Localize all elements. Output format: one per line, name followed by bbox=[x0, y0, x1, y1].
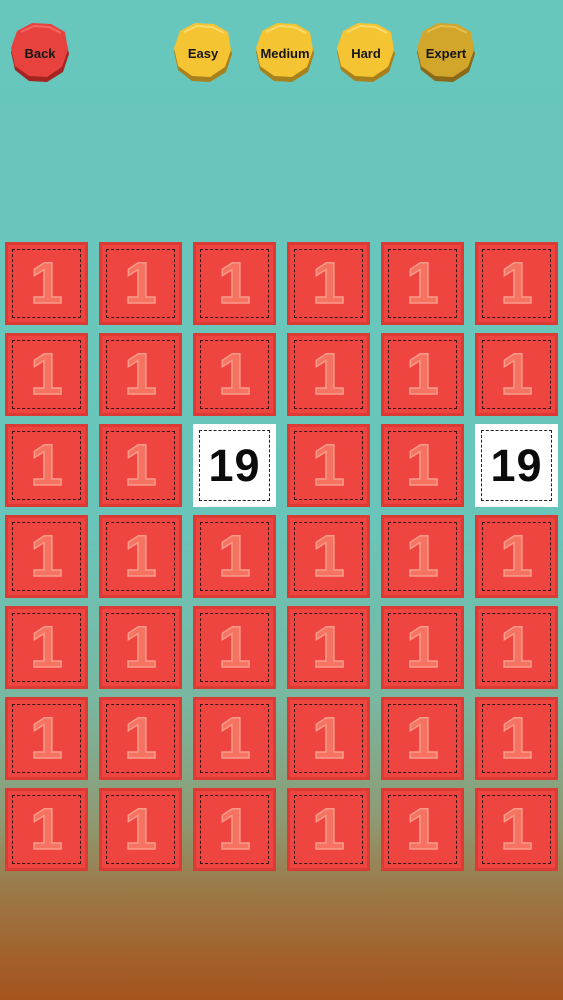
tile-number: 1 bbox=[500, 341, 534, 408]
tile-number: 1 bbox=[124, 614, 158, 681]
tile-number: 1 bbox=[500, 523, 534, 590]
tile-hidden[interactable]: 1 bbox=[287, 606, 370, 689]
level-button-expert[interactable]: Expert bbox=[413, 20, 479, 88]
level-button-medium[interactable]: Medium bbox=[252, 20, 318, 88]
tile-hidden[interactable]: 1 bbox=[193, 333, 276, 416]
tile-number: 1 bbox=[312, 250, 346, 317]
tile-hidden[interactable]: 1 bbox=[287, 242, 370, 325]
tile-number: 1 bbox=[124, 705, 158, 772]
level-button-easy[interactable]: Easy bbox=[170, 20, 236, 88]
tile-number: 1 bbox=[124, 523, 158, 590]
tile-hidden[interactable]: 1 bbox=[99, 515, 182, 598]
tile-number: 1 bbox=[218, 341, 252, 408]
tile-hidden[interactable]: 1 bbox=[287, 697, 370, 780]
tile-number: 1 bbox=[30, 796, 64, 863]
tile-number: 1 bbox=[218, 614, 252, 681]
tile-number: 1 bbox=[218, 523, 252, 590]
tile-hidden[interactable]: 1 bbox=[5, 515, 88, 598]
tile-number: 1 bbox=[124, 341, 158, 408]
tile-hidden[interactable]: 1 bbox=[193, 515, 276, 598]
tile-number: 1 bbox=[124, 250, 158, 317]
level-button-label: Medium bbox=[260, 45, 310, 61]
tile-hidden[interactable]: 1 bbox=[381, 424, 464, 507]
tile-hidden[interactable]: 1 bbox=[193, 697, 276, 780]
tile-hidden[interactable]: 1 bbox=[5, 424, 88, 507]
tile-hidden[interactable]: 1 bbox=[381, 606, 464, 689]
tile-number: 1 bbox=[500, 250, 534, 317]
tile-hidden[interactable]: 1 bbox=[5, 333, 88, 416]
back-button-label: Back bbox=[24, 45, 56, 61]
tile-number: 1 bbox=[30, 341, 64, 408]
tile-hidden[interactable]: 1 bbox=[287, 333, 370, 416]
tile-hidden[interactable]: 1 bbox=[193, 788, 276, 871]
tile-hidden[interactable]: 1 bbox=[475, 242, 558, 325]
tile-hidden[interactable]: 1 bbox=[99, 788, 182, 871]
tile-number: 1 bbox=[312, 705, 346, 772]
tile-hidden[interactable]: 1 bbox=[99, 606, 182, 689]
tile-number: 1 bbox=[406, 523, 440, 590]
tile-number: 1 bbox=[218, 705, 252, 772]
tile-hidden[interactable]: 1 bbox=[475, 606, 558, 689]
tile-number: 1 bbox=[30, 250, 64, 317]
tile-hidden[interactable]: 1 bbox=[99, 697, 182, 780]
tile-hidden[interactable]: 1 bbox=[287, 788, 370, 871]
tile-number: 1 bbox=[218, 250, 252, 317]
tile-number: 1 bbox=[218, 796, 252, 863]
tile-number: 1 bbox=[312, 796, 346, 863]
level-button-label: Expert bbox=[425, 45, 467, 61]
tile-number: 1 bbox=[406, 341, 440, 408]
tile-hidden[interactable]: 1 bbox=[5, 788, 88, 871]
tile-hidden[interactable]: 1 bbox=[99, 333, 182, 416]
tile-number: 1 bbox=[312, 341, 346, 408]
level-button-label: Easy bbox=[187, 45, 219, 61]
tile-number: 1 bbox=[30, 432, 64, 499]
tile-number: 19 bbox=[490, 439, 543, 491]
tile-number: 1 bbox=[406, 432, 440, 499]
tile-hidden[interactable]: 1 bbox=[381, 697, 464, 780]
tile-number: 1 bbox=[406, 614, 440, 681]
tile-number: 1 bbox=[30, 705, 64, 772]
tile-hidden[interactable]: 1 bbox=[475, 788, 558, 871]
tile-number: 1 bbox=[500, 705, 534, 772]
level-button-hard[interactable]: Hard bbox=[333, 20, 399, 88]
tile-number: 1 bbox=[406, 250, 440, 317]
tile-revealed[interactable]: 19 bbox=[193, 424, 276, 507]
tile-hidden[interactable]: 1 bbox=[5, 697, 88, 780]
tile-hidden[interactable]: 1 bbox=[287, 424, 370, 507]
tile-number: 19 bbox=[208, 439, 261, 491]
tile-hidden[interactable]: 1 bbox=[381, 242, 464, 325]
tile-number: 1 bbox=[500, 614, 534, 681]
tile-hidden[interactable]: 1 bbox=[5, 242, 88, 325]
tile-hidden[interactable]: 1 bbox=[475, 697, 558, 780]
tile-hidden[interactable]: 1 bbox=[99, 242, 182, 325]
tile-hidden[interactable]: 1 bbox=[381, 333, 464, 416]
tile-number: 1 bbox=[30, 523, 64, 590]
tile-number: 1 bbox=[124, 432, 158, 499]
tile-hidden[interactable]: 1 bbox=[193, 242, 276, 325]
tile-number: 1 bbox=[312, 432, 346, 499]
tile-number: 1 bbox=[30, 614, 64, 681]
tile-number: 1 bbox=[406, 796, 440, 863]
tile-revealed[interactable]: 19 bbox=[475, 424, 558, 507]
back-button[interactable]: Back bbox=[7, 20, 73, 88]
tile-hidden[interactable]: 1 bbox=[381, 788, 464, 871]
tile-hidden[interactable]: 1 bbox=[5, 606, 88, 689]
level-button-label: Hard bbox=[351, 45, 381, 61]
tile-number: 1 bbox=[312, 614, 346, 681]
tile-number: 1 bbox=[124, 796, 158, 863]
tile-hidden[interactable]: 1 bbox=[287, 515, 370, 598]
game-board: 1 1 1 1 1 1 1 1 1 1 1 1 1 1 19 1 1 19 1 1 1 1 1 1 1 1 1 1 1 1 1 1 1 1 1 1 1 1… bbox=[5, 242, 558, 871]
tile-number: 1 bbox=[312, 523, 346, 590]
tile-hidden[interactable]: 1 bbox=[99, 424, 182, 507]
tile-hidden[interactable]: 1 bbox=[193, 606, 276, 689]
tile-hidden[interactable]: 1 bbox=[475, 333, 558, 416]
tile-number: 1 bbox=[406, 705, 440, 772]
tile-hidden[interactable]: 1 bbox=[381, 515, 464, 598]
tile-hidden[interactable]: 1 bbox=[475, 515, 558, 598]
tile-number: 1 bbox=[500, 796, 534, 863]
